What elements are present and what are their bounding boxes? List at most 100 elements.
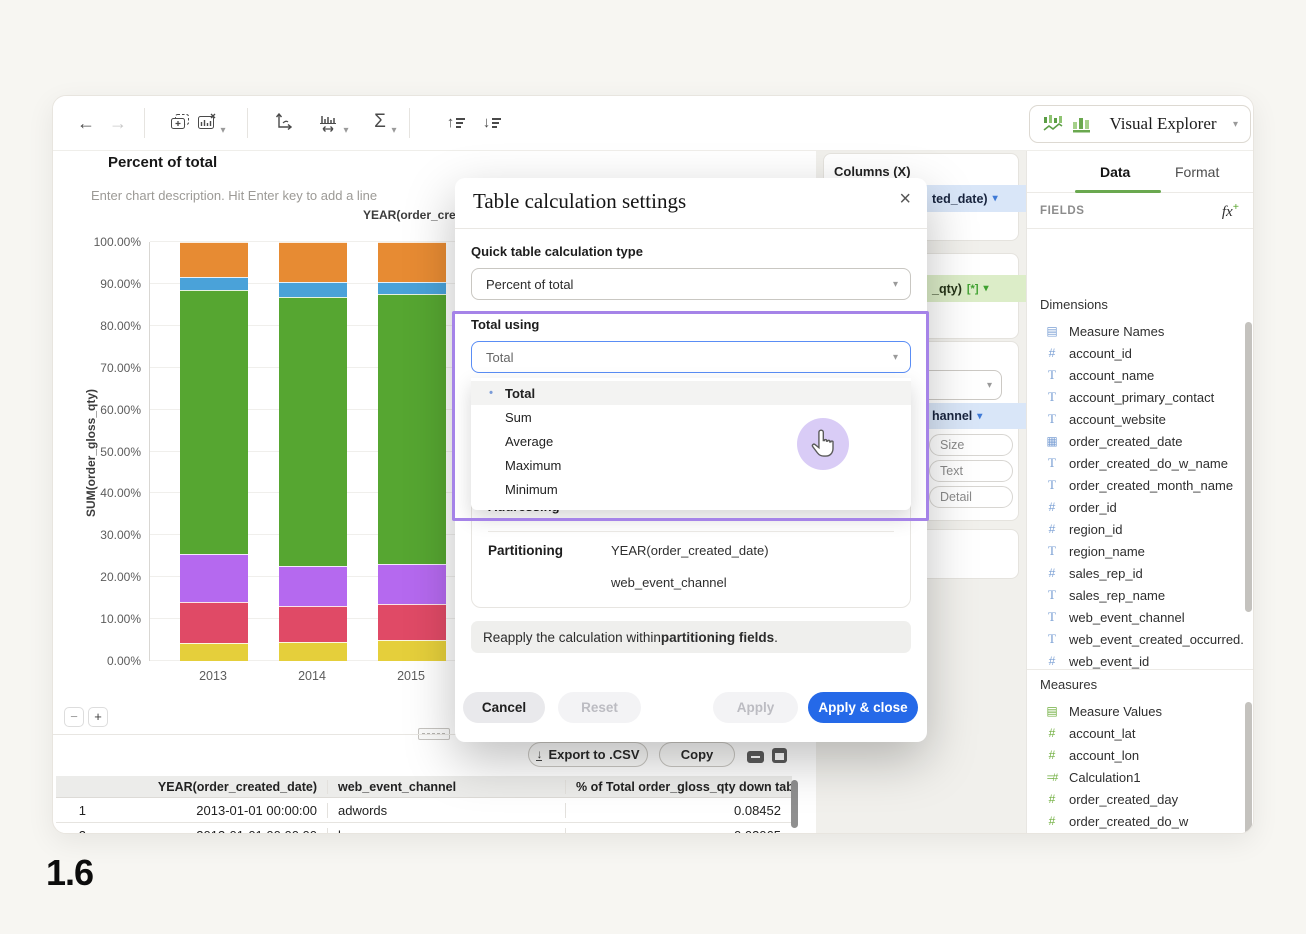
bar-segment-blue-segment[interactable] <box>180 277 248 290</box>
bar-segment-green-segment[interactable] <box>378 294 446 564</box>
chart-title[interactable]: Percent of total <box>108 154 217 171</box>
measures-scrollbar[interactable] <box>1245 702 1252 834</box>
sort-descending-button[interactable]: ↓ <box>479 111 505 137</box>
quick-calc-select[interactable]: Percent of total ▾ <box>471 268 911 300</box>
dimension-field-item[interactable]: account_website <box>1032 408 1244 430</box>
dropdown-option[interactable]: • Total <box>471 381 911 405</box>
field-label: Calculation1 <box>1069 770 1141 785</box>
apply-button[interactable]: Apply <box>713 692 798 723</box>
dropdown-option[interactable]: Average <box>471 429 911 453</box>
detail-slot[interactable]: Detail <box>929 486 1013 508</box>
bar-segment-green-segment[interactable] <box>279 297 347 566</box>
remove-chart-chevron[interactable]: ▾ <box>217 119 229 145</box>
bar-segment-red-segment[interactable] <box>378 604 446 640</box>
dimension-field-item[interactable]: order_id <box>1032 496 1244 518</box>
bar-segment-purple-segment[interactable] <box>279 566 347 605</box>
measure-field-item[interactable]: Measure Values <box>1032 700 1244 722</box>
plus-icon: + <box>94 709 102 724</box>
bar-segment-red-segment[interactable] <box>180 602 248 643</box>
bar-segment-green-segment[interactable] <box>180 290 248 554</box>
bar-segment-orange-segment[interactable] <box>180 242 248 277</box>
duplicate-chart-button[interactable] <box>167 113 193 139</box>
y-tick-label: 90.00% <box>100 277 141 291</box>
bar-segment-blue-segment[interactable] <box>279 282 347 297</box>
add-calculation-button[interactable]: fx+ <box>1222 201 1239 221</box>
dimension-field-item[interactable]: sales_rep_name <box>1032 584 1244 606</box>
dimension-field-item[interactable]: order_created_month_name <box>1032 474 1244 496</box>
measure-field-item[interactable]: order_created_hour <box>1032 832 1244 834</box>
dimension-field-item[interactable]: region_name <box>1032 540 1244 562</box>
dropdown-option[interactable]: Sum <box>471 405 911 429</box>
cancel-button[interactable]: Cancel <box>463 692 545 723</box>
maximize-table-button[interactable] <box>772 748 787 763</box>
bar-segment-yellow-segment[interactable] <box>180 643 248 661</box>
field-type-icon <box>1044 566 1060 580</box>
chart-type-chevron[interactable]: ▾ <box>340 119 352 145</box>
bar-2013[interactable] <box>180 242 248 661</box>
dimensions-scrollbar[interactable] <box>1245 322 1252 612</box>
dropdown-option[interactable]: Minimum <box>471 477 911 501</box>
measure-field-item[interactable]: order_created_day <box>1032 788 1244 810</box>
chart-type-button[interactable] <box>316 113 342 139</box>
bar-segment-blue-segment[interactable] <box>378 282 446 294</box>
forward-button[interactable]: → <box>105 111 131 137</box>
table-row[interactable]: 1 2013-01-01 00:00:00 adwords 0.08452 <box>56 798 792 823</box>
export-csv-button[interactable]: ↓ Export to .CSV <box>528 742 648 767</box>
text-slot[interactable]: Text <box>929 460 1013 482</box>
column-header[interactable]: web_event_channel <box>328 780 566 794</box>
sidebar-divider <box>1027 669 1254 670</box>
total-using-select[interactable]: Total ▾ <box>471 341 911 373</box>
app-switcher-button[interactable]: Visual Explorer ▾ <box>1029 105 1251 143</box>
bar-segment-red-segment[interactable] <box>279 606 347 642</box>
dimension-field-item[interactable]: region_id <box>1032 518 1244 540</box>
bar-2015[interactable] <box>378 242 446 661</box>
aggregate-chevron[interactable]: ▾ <box>388 119 400 145</box>
bar-2014[interactable] <box>279 242 347 661</box>
dimension-field-item[interactable]: account_name <box>1032 364 1244 386</box>
minimize-table-button[interactable] <box>747 751 764 763</box>
column-header[interactable]: % of Total order_gloss_qty down table <box>566 780 791 794</box>
tab-data[interactable]: Data <box>1100 151 1130 193</box>
bar-segment-yellow-segment[interactable] <box>279 642 347 661</box>
zoom-in-button[interactable]: + <box>88 707 108 727</box>
back-button[interactable]: ← <box>73 111 99 137</box>
toolbar: ← → ▾ <box>53 96 1253 151</box>
dimension-field-item[interactable]: Measure Names <box>1032 320 1244 342</box>
close-button[interactable]: × <box>899 188 911 211</box>
measure-field-item[interactable]: account_lat <box>1032 722 1244 744</box>
results-table: YEAR(order_created_date) web_event_chann… <box>56 776 792 834</box>
bar-segment-orange-segment[interactable] <box>279 242 347 282</box>
measure-field-item[interactable]: order_created_do_w <box>1032 810 1244 832</box>
table-vertical-scrollbar[interactable] <box>791 780 798 828</box>
apply-close-button[interactable]: Apply & close <box>808 692 918 723</box>
tab-format[interactable]: Format <box>1175 151 1219 193</box>
dimension-field-item[interactable]: sales_rep_id <box>1032 562 1244 584</box>
sort-ascending-button[interactable]: ↑ <box>443 111 469 137</box>
size-slot[interactable]: Size <box>929 434 1013 456</box>
dimension-field-item[interactable]: order_created_do_w_name <box>1032 452 1244 474</box>
field-label: Measure Values <box>1069 704 1162 719</box>
copy-button[interactable]: Copy <box>659 742 735 767</box>
measure-field-item[interactable]: Calculation1 <box>1032 766 1244 788</box>
dropdown-option[interactable]: Maximum <box>471 453 911 477</box>
calculation-note: Reapply the calculation within partition… <box>471 621 911 653</box>
bar-segment-purple-segment[interactable] <box>378 564 446 604</box>
dimension-field-item[interactable]: web_event_channel <box>1032 606 1244 628</box>
column-header[interactable]: YEAR(order_created_date) <box>96 780 328 794</box>
field-label: sales_rep_name <box>1069 588 1165 603</box>
dimension-field-item[interactable]: account_id <box>1032 342 1244 364</box>
dimension-field-item[interactable]: account_primary_contact <box>1032 386 1244 408</box>
bar-segment-purple-segment[interactable] <box>180 554 248 602</box>
bar-segment-yellow-segment[interactable] <box>378 640 446 661</box>
dimension-field-item[interactable]: order_created_date <box>1032 430 1244 452</box>
dimension-field-item[interactable]: web_event_id <box>1032 650 1244 669</box>
reset-button[interactable]: Reset <box>558 692 641 723</box>
table-row[interactable]: 2 2013-01-01 00:00:00 banner 0.03065 <box>56 823 792 834</box>
dimension-field-item[interactable]: web_event_created_occurred... <box>1032 628 1244 650</box>
bar-segment-orange-segment[interactable] <box>378 242 446 282</box>
zoom-out-button[interactable]: − <box>64 707 84 727</box>
chart-description-placeholder[interactable]: Enter chart description. Hit Enter key t… <box>91 188 377 203</box>
swap-axes-button[interactable] <box>269 113 295 139</box>
table-calculation-settings-dialog: Table calculation settings × Quick table… <box>455 178 927 742</box>
measure-field-item[interactable]: account_lon <box>1032 744 1244 766</box>
